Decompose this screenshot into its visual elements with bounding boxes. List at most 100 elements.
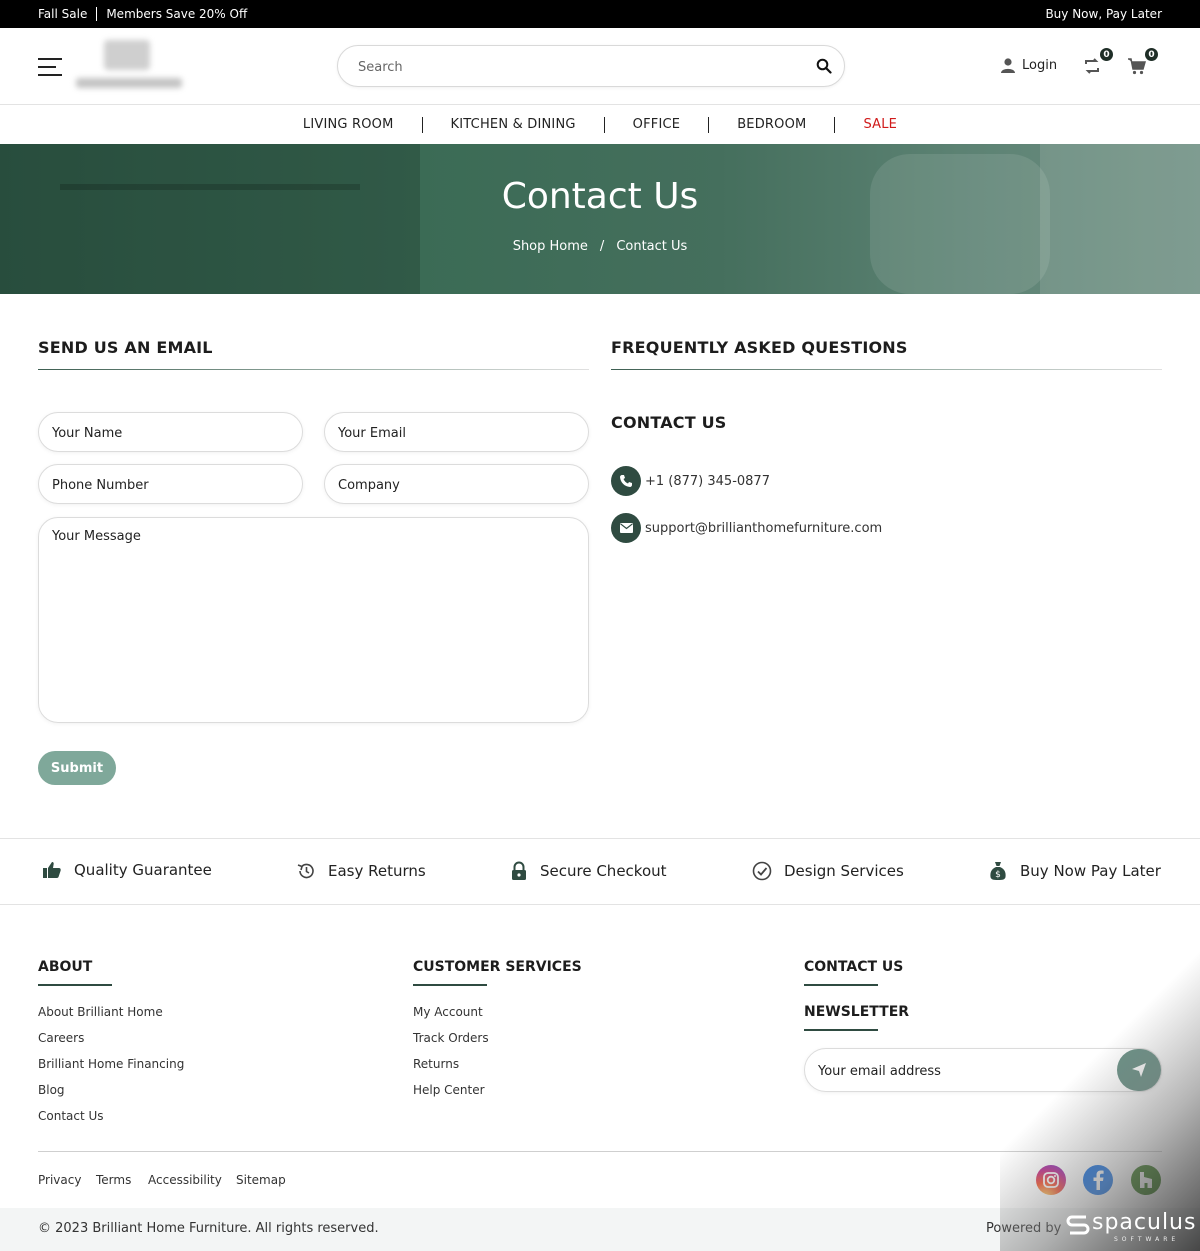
footer-link-blog[interactable]: Blog: [38, 1083, 65, 1097]
footer-link-returns[interactable]: Returns: [413, 1057, 459, 1071]
legal-sitemap[interactable]: Sitemap: [236, 1173, 286, 1187]
breadcrumb: Shop Home / Contact Us: [0, 239, 1200, 254]
nav-sale[interactable]: SALE: [835, 117, 925, 132]
footer-contact-title[interactable]: CONTACT US: [804, 959, 903, 975]
fall-sale-text[interactable]: Fall Sale: [38, 7, 87, 21]
footer-link-about[interactable]: About Brilliant Home: [38, 1005, 163, 1019]
promo-bar: Fall Sale Members Save 20% Off Buy Now, …: [0, 0, 1200, 28]
submit-button[interactable]: Submit: [38, 751, 116, 785]
email-input[interactable]: [338, 424, 568, 442]
check-circle-icon: [752, 861, 772, 881]
message-field: [38, 517, 589, 723]
spaculus-wordmark: spaculus: [1092, 1210, 1197, 1235]
footer-link-careers[interactable]: Careers: [38, 1031, 84, 1045]
cart-count-badge: 0: [1144, 47, 1159, 62]
feature-label: Easy Returns: [328, 862, 426, 880]
login-label: Login: [1022, 57, 1058, 73]
name-field: [38, 412, 303, 452]
footer-link-help[interactable]: Help Center: [413, 1083, 485, 1097]
legal-accessibility[interactable]: Accessibility: [148, 1173, 222, 1187]
phone-icon: [611, 466, 641, 496]
copyright-text: © 2023 Brilliant Home Furniture. All rig…: [38, 1221, 379, 1236]
powered-by-logo[interactable]: spaculus SOFTWARE: [1066, 1210, 1197, 1243]
powered-by-text: Powered by: [986, 1221, 1062, 1236]
svg-text:$: $: [995, 870, 1001, 880]
site-header: Login 0 0: [0, 28, 1200, 105]
footer-rule: [804, 1029, 878, 1031]
nav-office[interactable]: OFFICE: [605, 117, 709, 132]
faq-rule: [611, 369, 1162, 370]
bnpl-link[interactable]: Buy Now, Pay Later: [1045, 7, 1162, 21]
spaculus-logo-icon: [1066, 1215, 1090, 1235]
footer-link-track-orders[interactable]: Track Orders: [413, 1031, 489, 1045]
feature-label: Secure Checkout: [540, 862, 667, 880]
money-bag-icon: $: [990, 862, 1006, 880]
nav-bedroom[interactable]: BEDROOM: [709, 117, 834, 132]
phone-contact[interactable]: +1 (877) 345-0877: [611, 466, 770, 496]
lock-icon: [512, 861, 526, 880]
email-form-rule: [38, 369, 589, 370]
send-icon[interactable]: [1117, 1049, 1161, 1091]
members-save-text[interactable]: Members Save 20% Off: [106, 7, 247, 21]
footer-link-account[interactable]: My Account: [413, 1005, 483, 1019]
history-icon: [297, 863, 314, 879]
footer-rule: [38, 984, 112, 986]
compare-icon[interactable]: 0: [1082, 47, 1114, 78]
features-strip: Quality Guarantee Easy Returns Secure Ch…: [0, 838, 1200, 905]
feature-quality: Quality Guarantee: [42, 861, 212, 879]
instagram-icon[interactable]: [1036, 1165, 1066, 1195]
breadcrumb-separator: /: [599, 239, 605, 254]
feature-returns: Easy Returns: [296, 861, 426, 881]
breadcrumb-current: Contact Us: [616, 239, 688, 254]
search-bar: [337, 45, 845, 87]
company-field: [324, 464, 589, 504]
phone-input[interactable]: [52, 476, 282, 494]
footer-link-financing[interactable]: Brilliant Home Financing: [38, 1057, 184, 1071]
envelope-icon: [611, 513, 641, 543]
legal-privacy[interactable]: Privacy: [38, 1173, 81, 1187]
page-hero: Contact Us Shop Home / Contact Us: [0, 144, 1200, 294]
promo-divider: [96, 7, 98, 21]
breadcrumb-home[interactable]: Shop Home: [513, 239, 588, 254]
search-input[interactable]: [358, 57, 798, 77]
nav-kitchen-dining[interactable]: KITCHEN & DINING: [423, 117, 604, 132]
footer-rule: [413, 984, 487, 986]
newsletter-input[interactable]: [818, 1062, 1108, 1080]
name-input[interactable]: [52, 424, 282, 442]
feature-design: Design Services: [752, 861, 904, 881]
feature-label: Design Services: [784, 862, 904, 880]
footer-cs-title: CUSTOMER SERVICES: [413, 959, 582, 975]
footer-link-contact[interactable]: Contact Us: [38, 1109, 104, 1123]
nav-living-room[interactable]: LIVING ROOM: [275, 117, 422, 132]
user-icon: [1001, 58, 1015, 73]
footer-divider: [38, 1151, 1162, 1152]
menu-icon[interactable]: [38, 58, 62, 76]
feature-secure: Secure Checkout: [510, 861, 667, 881]
search-icon[interactable]: [816, 58, 832, 74]
cart-icon[interactable]: 0: [1127, 47, 1159, 78]
category-nav: LIVING ROOM KITCHEN & DINING OFFICE BEDR…: [0, 105, 1200, 144]
footer-rule: [804, 984, 878, 986]
feature-bnpl: $ Buy Now Pay Later: [988, 861, 1161, 881]
legal-terms[interactable]: Terms: [96, 1173, 131, 1187]
houzz-icon[interactable]: [1131, 1165, 1161, 1195]
company-input[interactable]: [338, 476, 568, 494]
email-address: support@brillianthomefurniture.com: [645, 520, 883, 536]
email-contact[interactable]: support@brillianthomefurniture.com: [611, 513, 882, 543]
login-link[interactable]: Login: [1000, 57, 1057, 73]
facebook-icon[interactable]: [1083, 1165, 1113, 1195]
brand-logo[interactable]: [76, 40, 182, 92]
newsletter-field: [804, 1048, 1162, 1092]
footer-newsletter-title: NEWSLETTER: [804, 1004, 910, 1020]
feature-label: Quality Guarantee: [74, 861, 212, 879]
message-textarea[interactable]: [52, 529, 572, 709]
compare-count-badge: 0: [1099, 47, 1114, 62]
contact-us-title: CONTACT US: [611, 413, 727, 432]
email-form-title: SEND US AN EMAIL: [38, 338, 213, 357]
page-title: Contact Us: [501, 176, 699, 217]
email-field: [324, 412, 589, 452]
faq-title[interactable]: FREQUENTLY ASKED QUESTIONS: [611, 338, 908, 357]
footer-about-title: ABOUT: [38, 959, 93, 975]
feature-label: Buy Now Pay Later: [1020, 862, 1161, 880]
phone-field: [38, 464, 303, 504]
